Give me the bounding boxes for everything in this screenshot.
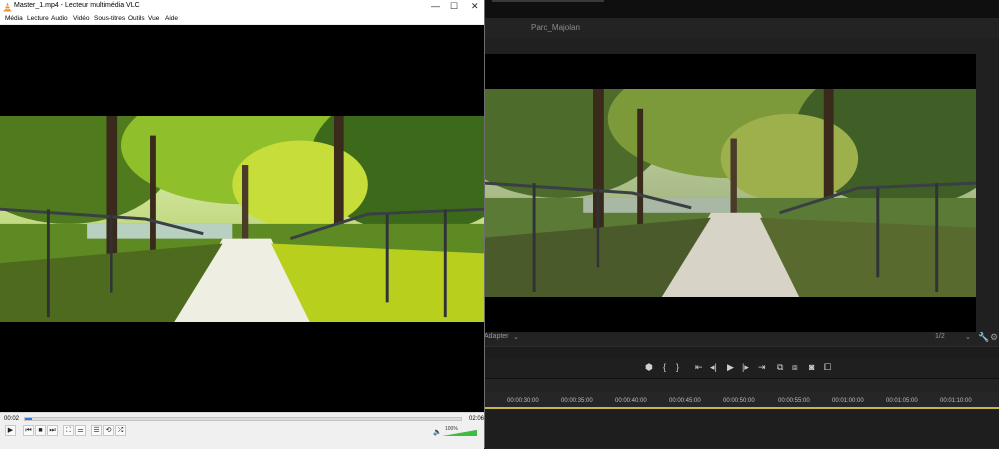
editor-tab-indicator (492, 0, 604, 2)
step-forward-button[interactable]: |▸ (742, 361, 749, 373)
timecode-label: 00:00:50:00 (723, 398, 755, 404)
playlist-button[interactable]: ☰ (91, 425, 102, 436)
timecode-label: 00:00:35:00 (561, 398, 593, 404)
play-button[interactable]: ▶ (727, 361, 734, 373)
fit-select[interactable]: Adapter (484, 333, 509, 340)
chevron-down-icon[interactable]: ⌄ (965, 333, 971, 341)
menu-media[interactable]: Média (5, 15, 23, 23)
mark-in-button[interactable]: { (663, 361, 666, 373)
next-button[interactable]: ⏭ (47, 425, 58, 436)
editor-top-strip (485, 0, 999, 18)
export-frame-button[interactable]: ◙ (809, 361, 814, 373)
loop-button[interactable]: ⟲ (103, 425, 114, 436)
timeline-tracks[interactable] (485, 409, 999, 448)
menu-video[interactable]: Vidéo (73, 15, 90, 23)
vlc-cone-icon (3, 2, 12, 12)
play-button[interactable]: ▶ (5, 425, 16, 436)
timecode-label: 00:00:55:00 (778, 398, 810, 404)
park-path-image (485, 89, 976, 297)
program-monitor-toolbar (485, 332, 999, 346)
close-button[interactable]: ✕ (471, 1, 479, 12)
go-to-in-button[interactable]: ⇤ (695, 361, 703, 373)
random-button[interactable]: ⤮ (115, 425, 126, 436)
menu-outils[interactable]: Outils (128, 15, 145, 23)
menu-sous-titres[interactable]: Sous-titres (94, 15, 125, 23)
wrench-icon[interactable]: 🔧 (978, 332, 989, 343)
seek-slider[interactable] (24, 417, 462, 421)
previous-button[interactable]: ⏮ (23, 425, 34, 436)
step-back-button[interactable]: ◂| (710, 361, 717, 373)
chevron-down-icon[interactable]: ⌄ (513, 333, 519, 341)
sequence-name[interactable]: Parc_Majolan (531, 23, 580, 32)
program-monitor-video-frame (485, 89, 976, 297)
minimize-button[interactable]: — (431, 1, 440, 12)
timecode-label: 00:01:10:00 (940, 398, 972, 404)
menu-audio[interactable]: Audio (51, 15, 68, 23)
maximize-button[interactable]: ☐ (450, 1, 458, 12)
menu-vue[interactable]: Vue (148, 15, 159, 23)
vlc-window-title: Master_1.mp4 - Lecteur multimédia VLC (14, 2, 140, 9)
resolution-select[interactable]: 1/2 (935, 333, 945, 340)
park-path-image (0, 116, 484, 322)
mark-out-button[interactable]: } (676, 361, 679, 373)
volume-slider[interactable] (443, 430, 477, 436)
extract-button[interactable]: ⧈ (792, 361, 798, 373)
total-time[interactable]: 02:06 (469, 416, 484, 422)
fullscreen-button[interactable]: ⛶ (63, 425, 74, 436)
vlc-video-frame[interactable] (0, 116, 484, 322)
comparison-view-button[interactable]: ⧠ (824, 361, 831, 373)
add-marker-button[interactable]: ⬢ (645, 361, 653, 373)
elapsed-time[interactable]: 00:02 (4, 416, 19, 422)
seek-progress (25, 418, 32, 420)
timecode-label: 00:01:00:00 (832, 398, 864, 404)
timecode-label: 00:00:30:00 (507, 398, 539, 404)
menu-lecture[interactable]: Lecture (27, 15, 49, 23)
lift-button[interactable]: ⧉ (777, 361, 783, 373)
vlc-window: Master_1.mp4 - Lecteur multimédia VLC — … (0, 0, 485, 449)
speaker-icon[interactable]: 🔈 (433, 428, 442, 436)
settings-icon[interactable]: ⚙ (990, 332, 998, 343)
extended-settings-button[interactable]: ⚌ (75, 425, 86, 436)
stop-button[interactable]: ■ (35, 425, 46, 436)
timecode-label: 00:00:40:00 (615, 398, 647, 404)
timecode-label: 00:00:45:00 (669, 398, 701, 404)
go-to-out-button[interactable]: ⇥ (758, 361, 766, 373)
menu-aide[interactable]: Aide (165, 15, 178, 23)
timecode-label: 00:01:05:00 (886, 398, 918, 404)
